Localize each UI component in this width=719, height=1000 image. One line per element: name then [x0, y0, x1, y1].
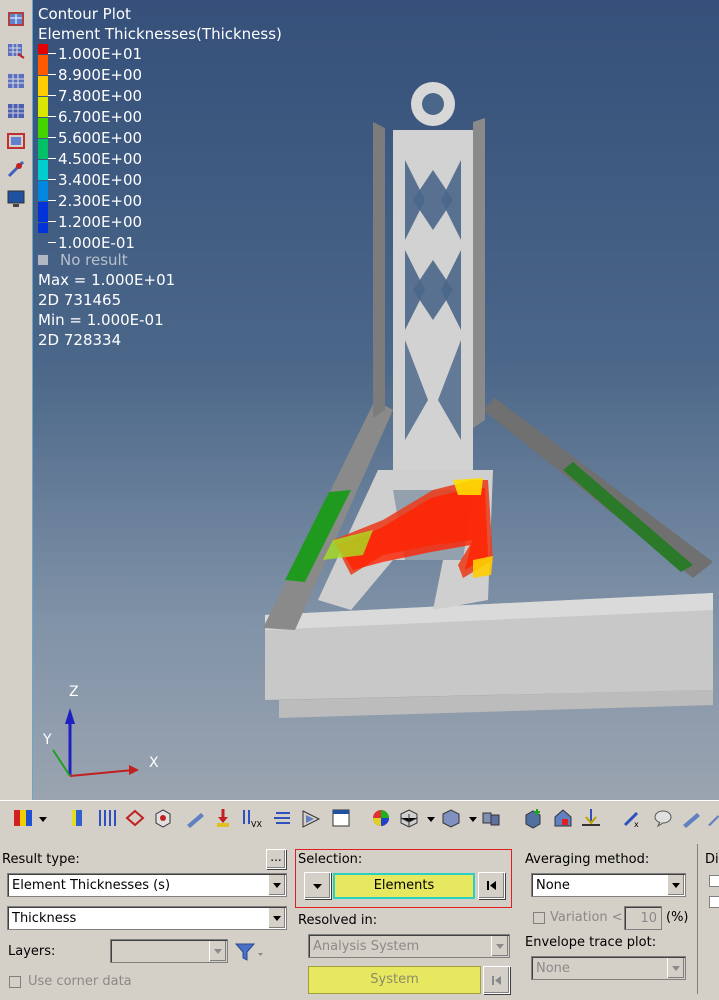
result-type-value: Element Thicknesses (s) [12, 878, 171, 893]
table-icon[interactable] [330, 807, 352, 829]
selection-dropdown-button[interactable] [304, 872, 331, 899]
chevron-down-icon[interactable] [209, 941, 226, 961]
no-result-swatch [38, 255, 48, 265]
ramp-icon[interactable] [680, 807, 702, 829]
add-box-icon[interactable] [522, 807, 544, 829]
triad-x-label: X [149, 755, 159, 771]
averaging-method-label: Averaging method: [525, 852, 650, 867]
legend-max-id: 2D 731465 [38, 291, 122, 309]
tensor-plot-icon[interactable] [5, 100, 27, 122]
query-icon[interactable]: x [622, 807, 644, 829]
dropdown-arrow-icon[interactable] [468, 807, 478, 829]
graphics-viewport[interactable]: Contour Plot Element Thicknesses(Thickne… [33, 0, 719, 800]
legend-bar-icon[interactable] [66, 807, 88, 829]
legend-title: Contour Plot [38, 5, 131, 23]
color-wheel-icon[interactable] [370, 807, 392, 829]
averaging-method-select[interactable]: None [531, 873, 686, 897]
measure-icon[interactable] [5, 130, 27, 152]
deformed-shape-icon[interactable] [5, 40, 27, 62]
chevron-down-icon[interactable] [667, 875, 684, 895]
flow-icon[interactable] [300, 807, 322, 829]
cube-icon[interactable] [152, 807, 174, 829]
chevron-down-icon[interactable] [491, 936, 508, 956]
cutting-plane-icon[interactable] [5, 158, 27, 180]
use-corner-label: Use corner data [28, 974, 132, 989]
legend-max: Max = 1.000E+01 [38, 271, 176, 289]
divider [697, 844, 698, 994]
note-icon[interactable] [652, 807, 674, 829]
legend-min-id: 2D 728334 [38, 331, 122, 349]
result-type-label: Result type: [2, 852, 80, 867]
resolved-in-label: Resolved in: [298, 913, 378, 928]
left-toolbar [0, 0, 33, 800]
envelope-trace-label: Envelope trace plot: [525, 935, 657, 950]
reset-system-button[interactable] [483, 966, 510, 994]
bottom-toolbar: VX x [0, 800, 719, 837]
chevron-down-icon [313, 884, 322, 889]
svg-text:VX: VX [251, 820, 262, 829]
variation-input[interactable]: 10 [624, 906, 662, 930]
skip-back-icon [492, 976, 501, 985]
component-value: Thickness [12, 911, 77, 926]
display-label: Di [705, 852, 719, 867]
result-type-select[interactable]: Element Thicknesses (s) [7, 873, 287, 897]
reset-selection-button[interactable] [478, 872, 505, 899]
layers-label: Layers: [8, 944, 56, 959]
monitor-icon[interactable] [5, 188, 27, 210]
contour-plot-icon[interactable] [5, 8, 27, 30]
vector-vx-icon[interactable]: VX [240, 807, 262, 829]
chevron-down-icon[interactable] [268, 908, 285, 928]
triad-z-label: Z [69, 684, 79, 700]
svg-text:x: x [634, 820, 639, 829]
dropdown-arrow-icon[interactable] [426, 807, 436, 829]
contour-legend: Contour Plot Element Thicknesses(Thickne… [38, 4, 282, 350]
download-icon[interactable] [580, 807, 602, 829]
use-corner-checkbox[interactable] [9, 976, 21, 988]
mesh-icon[interactable] [398, 807, 420, 829]
vector-plot-icon[interactable] [5, 70, 27, 92]
result-panel: Result type: ... Element Thicknesses (s)… [0, 840, 719, 1000]
component-select[interactable]: Thickness [7, 906, 287, 930]
legend-colorbar: 1.000E+01 8.900E+00 7.800E+00 6.700E+00 … [38, 44, 282, 254]
selection-elements-button[interactable]: Elements [333, 873, 475, 899]
display-checkbox[interactable] [709, 875, 719, 887]
legend-subtitle: Element Thicknesses(Thickness) [38, 25, 282, 43]
animation-icon[interactable] [272, 807, 294, 829]
ramp-icon[interactable] [184, 807, 206, 829]
variation-label: Variation < [550, 910, 623, 925]
variation-checkbox[interactable] [533, 912, 545, 924]
chevron-down-icon[interactable] [667, 958, 684, 978]
filter-icon[interactable] [234, 941, 264, 963]
legend-min: Min = 1.000E-01 [38, 311, 164, 329]
selection-label: Selection: [298, 852, 363, 867]
system-button[interactable]: System [308, 966, 481, 994]
variation-unit: (%) [666, 910, 689, 925]
load-arrow-icon[interactable] [212, 807, 234, 829]
resolved-in-select[interactable]: Analysis System [308, 934, 510, 958]
diamond-icon[interactable] [124, 807, 146, 829]
triad-y-label: Y [43, 732, 52, 748]
solid-mesh-icon[interactable] [440, 807, 462, 829]
dropdown-arrow-icon[interactable] [38, 807, 48, 829]
more-button[interactable]: ... [266, 849, 286, 869]
contour-icon[interactable] [12, 807, 34, 829]
house-icon[interactable] [552, 807, 574, 829]
ramp-icon[interactable] [706, 807, 719, 829]
stripes-icon[interactable] [96, 807, 118, 829]
layers-select[interactable] [110, 939, 228, 963]
display-checkbox[interactable] [709, 896, 719, 908]
envelope-trace-select[interactable]: None [531, 956, 686, 980]
parts-icon[interactable] [480, 807, 502, 829]
chevron-down-icon[interactable] [268, 875, 285, 895]
skip-back-icon [487, 881, 496, 890]
